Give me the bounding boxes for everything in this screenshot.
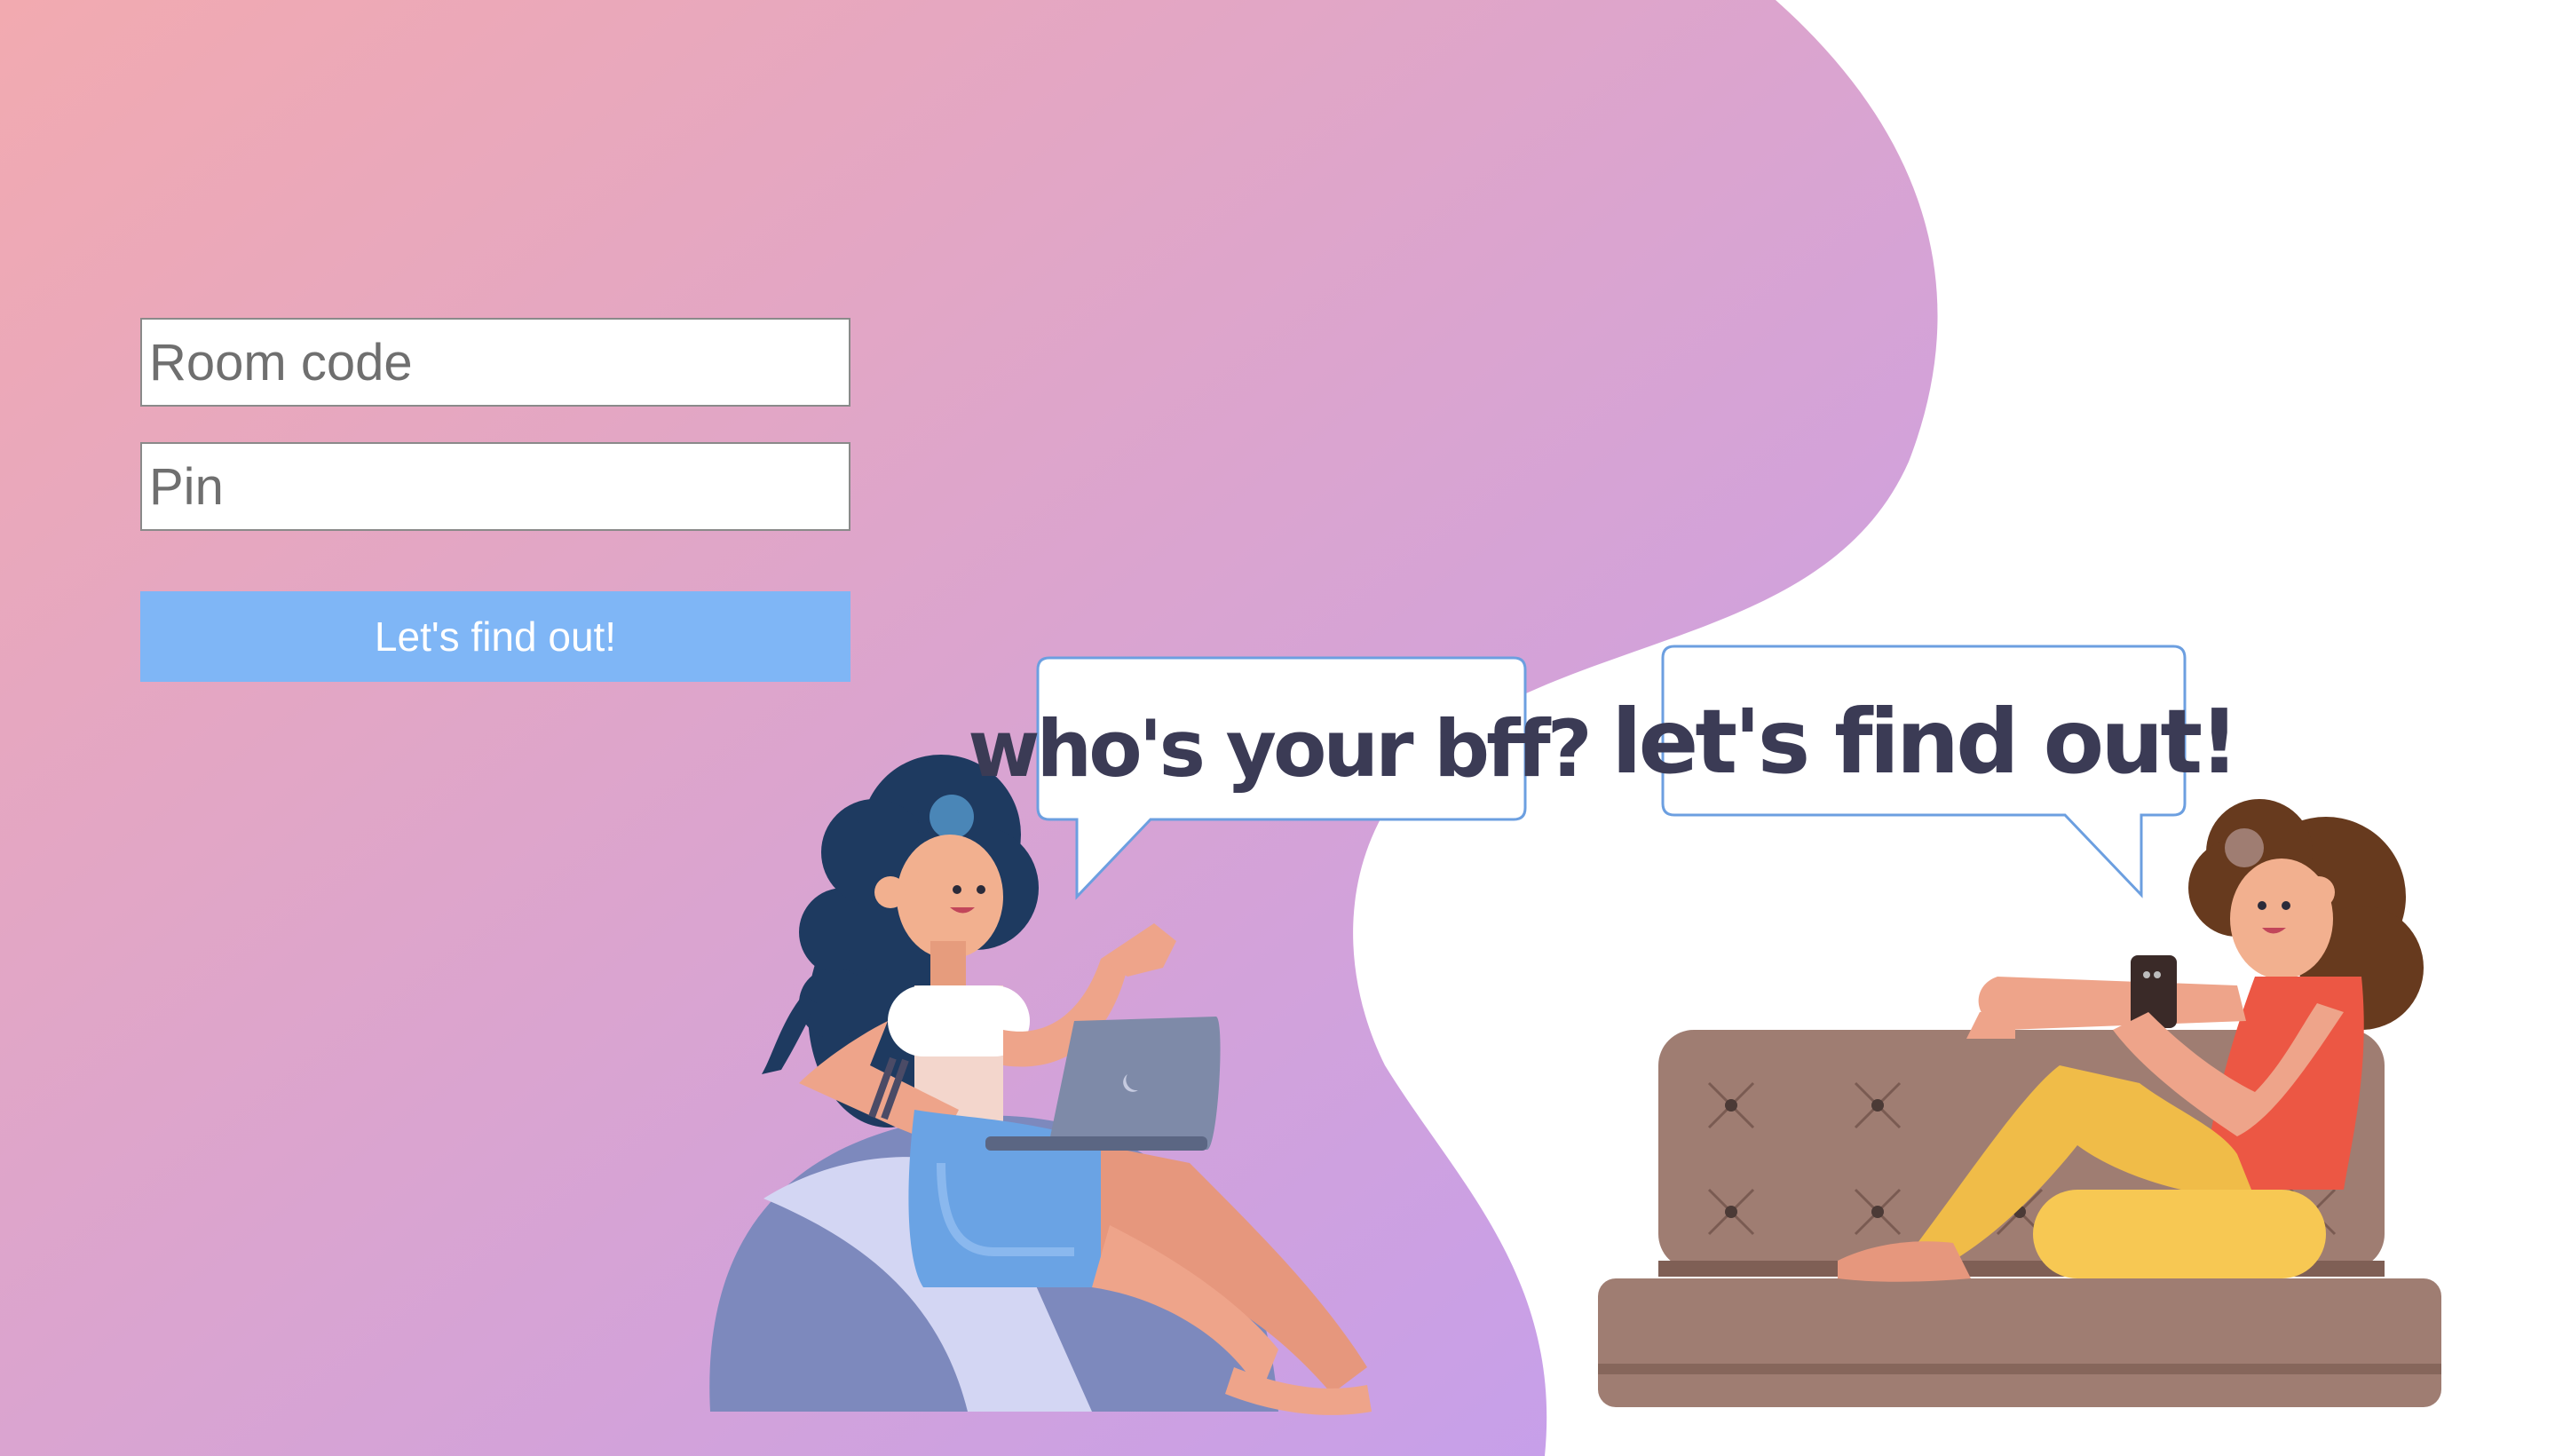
room-code-input[interactable] — [140, 318, 850, 407]
right-speech-bubble: let's find out! — [1611, 645, 2240, 898]
girl-on-couch-illustration — [1598, 799, 2441, 1407]
left-bubble-text: who's your bff? — [968, 703, 1588, 795]
lets-find-out-button[interactable]: Let's find out! — [140, 591, 850, 682]
background-illustration: who's your bff? let's find out! — [0, 0, 2441, 1456]
login-form: Let's find out! — [140, 318, 850, 682]
pin-input[interactable] — [140, 442, 850, 531]
right-bubble-text: let's find out! — [1611, 690, 2236, 794]
